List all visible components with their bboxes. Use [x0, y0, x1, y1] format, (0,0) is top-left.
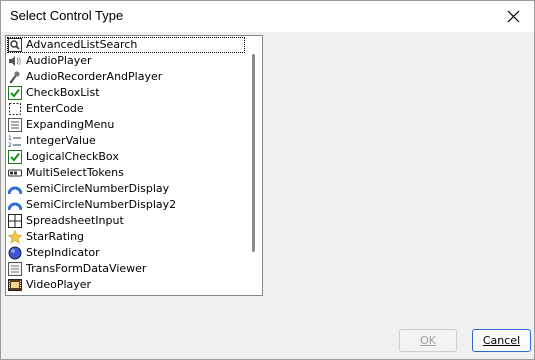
speaker-icon: [8, 54, 22, 68]
checkbox-icon: [8, 150, 22, 164]
star-icon: [7, 229, 23, 244]
scrollbar-thumb[interactable]: [252, 54, 255, 252]
list-item[interactable]: AudioPlayer: [7, 53, 245, 69]
cancel-button[interactable]: Cancel: [472, 329, 531, 352]
list-item[interactable]: AudioRecorderAndPlayer: [7, 69, 245, 85]
list-item[interactable]: StarRating: [7, 229, 245, 245]
list-item[interactable]: EnterCode: [7, 101, 245, 117]
list-item-label: VideoPlayer: [26, 278, 92, 291]
gauge-icon: [7, 182, 23, 196]
list-item-label: ExpandingMenu: [26, 118, 115, 131]
list-item[interactable]: MultiSelectTokens: [7, 165, 245, 181]
list-item-label: TransFormDataViewer: [26, 262, 147, 275]
list-item[interactable]: CheckBoxList: [7, 85, 245, 101]
list-item[interactable]: StepIndicator: [7, 245, 245, 261]
list-item[interactable]: TransFormDataViewer: [7, 261, 245, 277]
select-control-type-dialog: Select Control Type AdvancedListSearch Au…: [0, 0, 535, 360]
data-viewer-icon: [8, 262, 22, 276]
dialog-title: Select Control Type: [10, 8, 124, 23]
menu-icon: [8, 118, 22, 132]
list-item-label: CheckBoxList: [26, 86, 100, 99]
checkbox-icon: [8, 86, 22, 100]
title-bar: Select Control Type: [1, 1, 534, 32]
close-button[interactable]: [494, 1, 534, 32]
list-item[interactable]: SemiCircleNumberDisplay: [7, 181, 245, 197]
list-item[interactable]: SpreadsheetInput: [7, 213, 245, 229]
list-item-label: EnterCode: [26, 102, 84, 115]
ok-button[interactable]: OK: [399, 329, 457, 352]
circle-icon: [8, 246, 22, 260]
close-icon: [507, 10, 520, 23]
list-item[interactable]: AdvancedListSearch: [7, 37, 245, 53]
list-item[interactable]: SemiCircleNumberDisplay2: [7, 197, 245, 213]
list-item-label: SemiCircleNumberDisplay2: [26, 198, 177, 211]
tokens-icon: [8, 166, 22, 180]
svg-text:2: 2: [8, 142, 12, 148]
list-item-label: StarRating: [26, 230, 85, 243]
list-item-label: StepIndicator: [26, 246, 100, 259]
list-item-label: SemiCircleNumberDisplay: [26, 182, 170, 195]
control-type-list[interactable]: AdvancedListSearch AudioPlayer AudioRecord…: [5, 35, 263, 296]
list-item-label: LogicalCheckBox: [26, 150, 119, 163]
microphone-icon: [8, 70, 22, 84]
list-scrollbar[interactable]: [245, 36, 262, 295]
list-item-label: AdvancedListSearch: [26, 38, 138, 51]
film-icon: [8, 278, 22, 292]
search-icon: [8, 38, 22, 52]
list-item[interactable]: VideoPlayer: [7, 277, 245, 293]
svg-text:1: 1: [8, 135, 12, 142]
grid-icon: [8, 214, 22, 228]
gauge-icon: [7, 198, 23, 212]
dashed-box-icon: [8, 102, 22, 116]
list-item-label: AudioRecorderAndPlayer: [26, 70, 163, 83]
list-item-label: MultiSelectTokens: [26, 166, 124, 179]
numbered-list-icon: 12: [8, 134, 22, 149]
list-item[interactable]: 1 2 IntegerValue: [7, 133, 245, 149]
list-item-label: AudioPlayer: [26, 54, 92, 67]
list-item-label: SpreadsheetInput: [26, 214, 124, 227]
list-item[interactable]: ExpandingMenu: [7, 117, 245, 133]
list-item[interactable]: LogicalCheckBox: [7, 149, 245, 165]
list-item-label: IntegerValue: [26, 134, 96, 147]
